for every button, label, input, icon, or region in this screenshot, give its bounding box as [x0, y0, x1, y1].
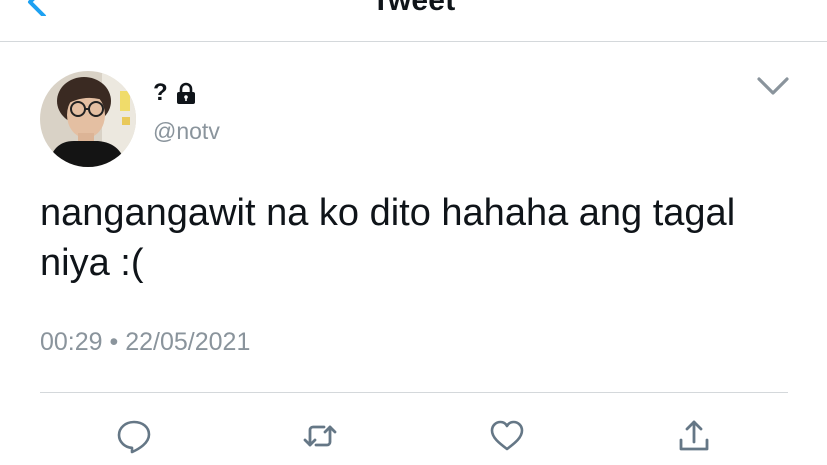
divider — [40, 392, 788, 393]
author-name-row: ? — [153, 79, 198, 107]
like-button[interactable] — [489, 418, 525, 454]
chevron-down-icon — [757, 77, 789, 95]
tweet-date: 22/05/2021 — [125, 328, 251, 356]
avatar-image — [40, 71, 136, 167]
reply-button[interactable] — [116, 418, 152, 454]
retweet-icon — [303, 425, 337, 447]
tweet-time: 00:29 — [40, 328, 103, 356]
page-title: Tweet — [371, 0, 456, 17]
lock-icon — [174, 81, 198, 105]
top-bar: Tweet — [0, 0, 827, 42]
heart-icon — [490, 420, 524, 451]
user-handle[interactable]: @notv — [153, 117, 220, 145]
share-icon — [679, 420, 709, 451]
avatar[interactable] — [40, 71, 136, 167]
retweet-button[interactable] — [302, 418, 338, 454]
tweet-timestamp: 00:29 • 22/05/2021 — [40, 326, 250, 358]
tweet-detail-screen: Tweet ? @notv nangangawit na ko dito hah… — [0, 0, 827, 465]
reply-bubble-icon — [117, 420, 151, 454]
display-name[interactable]: ? — [153, 79, 168, 107]
tweet-text: nangangawit na ko dito hahaha ang tagal … — [40, 192, 736, 284]
meta-separator: • — [109, 328, 119, 356]
more-options-button[interactable] — [757, 73, 789, 99]
share-button[interactable] — [676, 418, 712, 454]
